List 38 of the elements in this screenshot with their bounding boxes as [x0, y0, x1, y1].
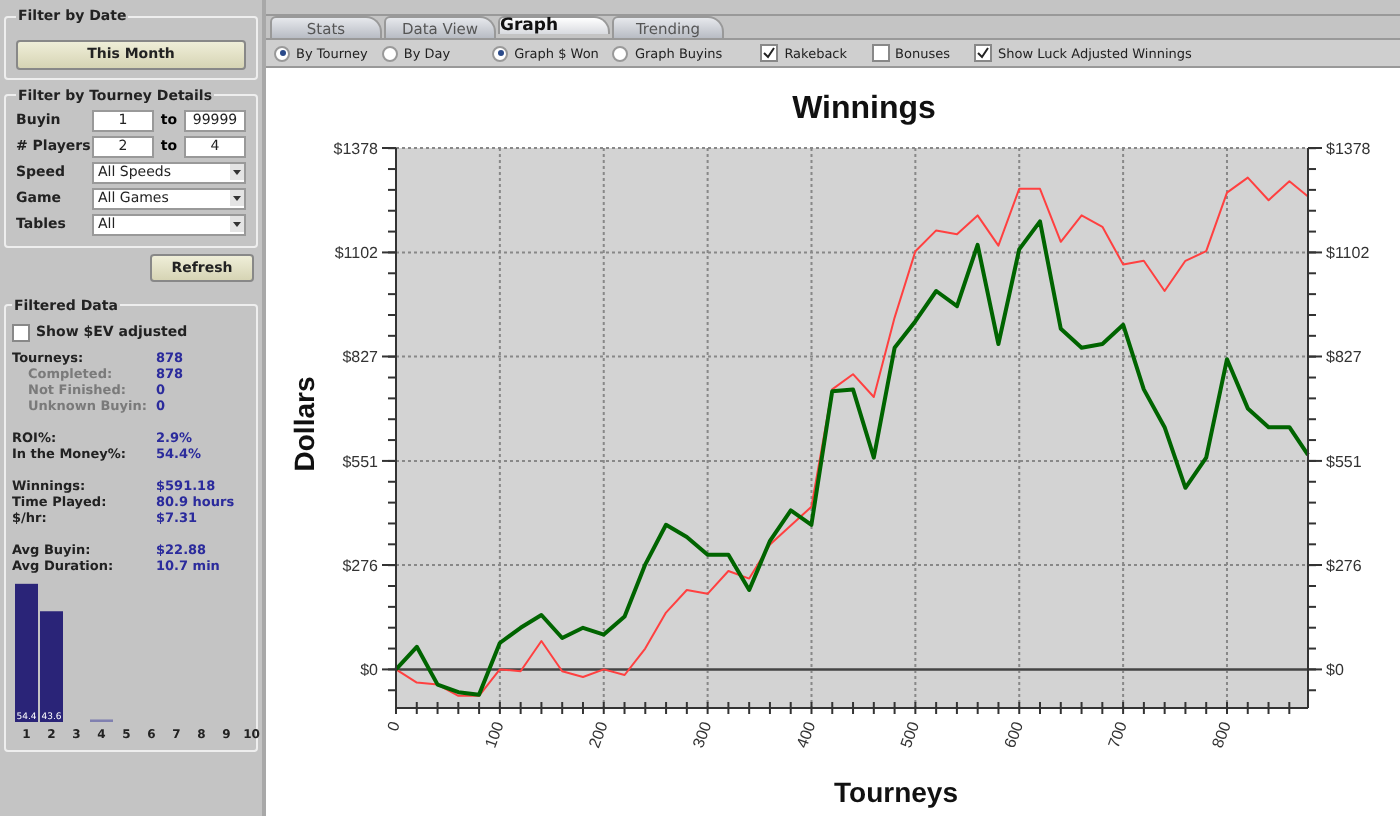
- axis-label: 600: [1000, 719, 1027, 751]
- axis-label: $1378: [1326, 140, 1371, 158]
- checkbox[interactable]: [12, 323, 30, 341]
- axis-label: $0: [360, 661, 378, 680]
- checkbox[interactable]: [871, 44, 890, 62]
- dropdown-arrow-icon: [230, 190, 244, 206]
- axis-title: Tourneys: [834, 776, 958, 808]
- axis-label: 100: [481, 719, 508, 751]
- histogram-bar: [40, 610, 63, 721]
- axis-label: 700: [1104, 719, 1131, 751]
- radio-button[interactable]: [612, 45, 629, 61]
- axis-label: 800: [1208, 719, 1235, 751]
- axis-label: $1102: [334, 244, 378, 263]
- tab[interactable]: Graph: [498, 16, 610, 34]
- checkbox[interactable]: [760, 44, 779, 62]
- dropdown-arrow-icon: [230, 164, 244, 180]
- checkbox[interactable]: [973, 44, 992, 62]
- axis-label: $0: [1326, 661, 1344, 680]
- axis-label: $1378: [333, 140, 378, 158]
- axis-label: $827: [1326, 348, 1362, 367]
- axis-label: 500: [897, 719, 924, 751]
- axis-title: Dollars: [288, 376, 320, 472]
- axis-label: $1102: [1326, 244, 1370, 263]
- axis-label: 200: [585, 719, 612, 751]
- axis-label: $276: [1326, 556, 1362, 575]
- radio-button[interactable]: [274, 45, 290, 61]
- axis-label: $551: [342, 452, 378, 471]
- radio-button[interactable]: [492, 45, 509, 61]
- axis-label: $551: [1326, 452, 1362, 471]
- chart-title: Winnings: [792, 92, 936, 126]
- axis-label: 300: [689, 719, 716, 751]
- axis-label: 0: [383, 719, 404, 734]
- histogram-bar: [15, 582, 38, 721]
- axis-label: $276: [342, 556, 378, 575]
- radio-button[interactable]: [381, 45, 398, 61]
- axis-label: 400: [793, 719, 820, 751]
- dropdown-arrow-icon: [230, 216, 244, 232]
- axis-label: $827: [342, 348, 378, 367]
